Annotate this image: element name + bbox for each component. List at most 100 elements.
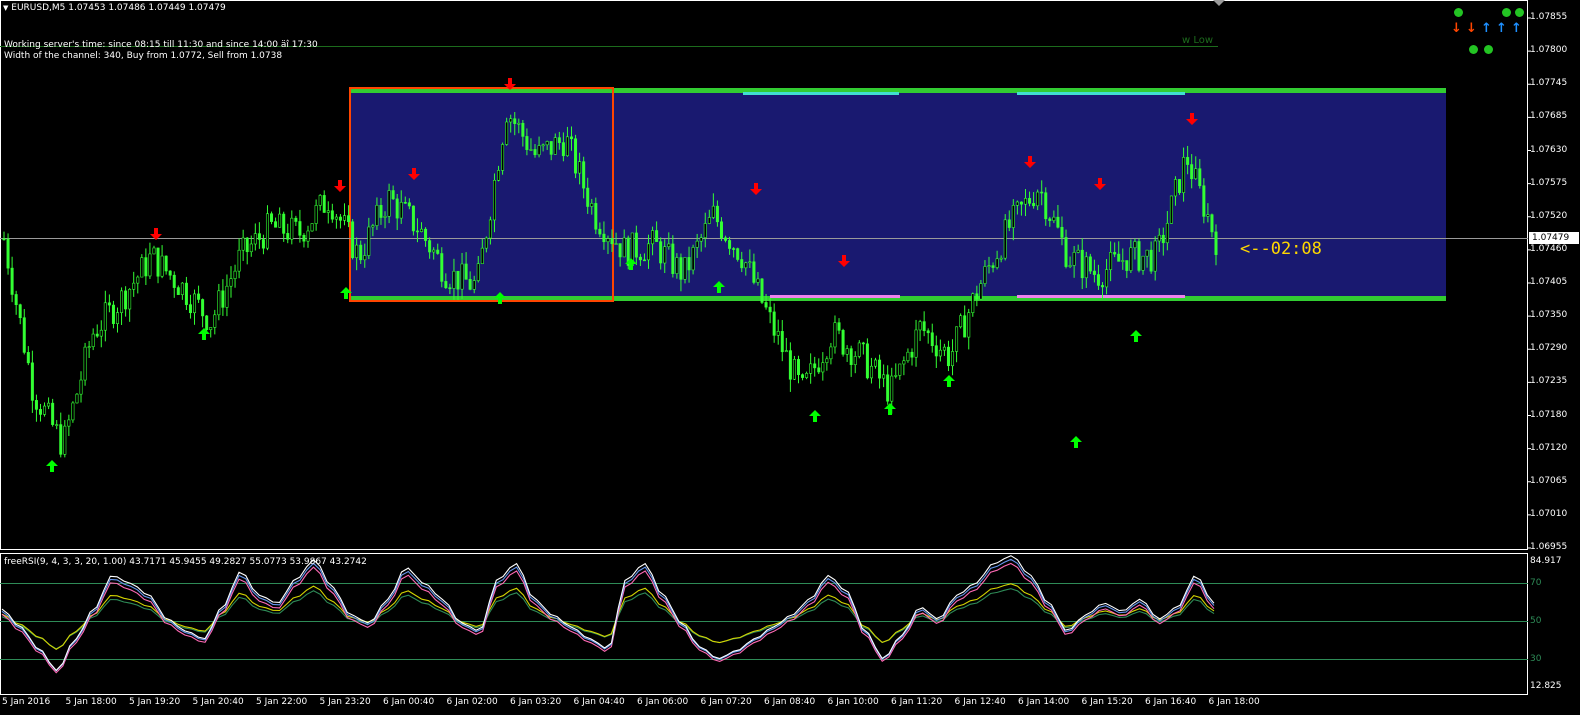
candle-body	[10, 267, 14, 295]
candle-body	[955, 326, 959, 352]
candle-body	[817, 367, 821, 373]
candle-body	[1113, 252, 1117, 255]
fractal-up-arrow-icon	[884, 403, 896, 415]
candle-body	[878, 359, 882, 379]
candle-body	[1084, 256, 1088, 279]
candle-body	[813, 363, 817, 369]
candle-body	[1068, 265, 1072, 267]
time-axis-label: 6 Jan 08:40	[764, 697, 816, 707]
candle-body	[1007, 219, 1011, 228]
time-axis-label: 6 Jan 07:20	[700, 697, 752, 707]
candle-body	[18, 304, 22, 319]
candle-body	[882, 374, 886, 379]
candle-body	[71, 402, 75, 421]
fractal-up-arrow-icon	[809, 410, 821, 422]
candle-body	[476, 263, 480, 281]
support-tick	[770, 295, 900, 298]
candle-body	[103, 302, 107, 331]
fractal-up-arrow-icon	[1070, 436, 1082, 448]
signal-widget: ↓ ↓ ↑ ↑ ↑	[1450, 6, 1530, 58]
candle-body	[942, 346, 946, 351]
candle-body	[375, 205, 379, 226]
candle-body	[521, 122, 525, 137]
blue-arrow-up-icon: ↑	[1481, 21, 1492, 36]
candle-body	[383, 215, 387, 218]
candle-body	[590, 203, 594, 207]
indicator-max-label: 84.917	[1530, 556, 1562, 566]
candle-body	[890, 375, 894, 402]
candle-body	[898, 363, 902, 376]
candle-body	[659, 241, 663, 264]
candle-body	[930, 332, 934, 347]
collapse-triangle-icon[interactable]: ▼	[3, 4, 8, 12]
candle-body	[1149, 249, 1153, 272]
time-axis-label: 6 Jan 06:00	[637, 697, 689, 707]
candle-body	[22, 317, 26, 353]
candle-body	[756, 278, 760, 283]
candle-body	[87, 346, 91, 348]
candle-body	[363, 255, 367, 261]
candle-body	[136, 276, 140, 284]
candle-body	[792, 359, 796, 380]
symbol-line: EURUSD,M5 1.07453 1.07486 1.07449 1.0747…	[11, 3, 226, 13]
candle-body	[1036, 191, 1040, 207]
chart-window[interactable]: ▼ EURUSD,M5 1.07453 1.07486 1.07449 1.07…	[0, 0, 1580, 715]
time-axis-label: 6 Jan 11:20	[891, 697, 943, 707]
server-time-text: Working server's time: since 08:15 till …	[4, 40, 318, 50]
candle-body	[460, 263, 464, 290]
candle-body	[642, 259, 646, 262]
time-axis-label: 5 Jan 19:20	[129, 697, 181, 707]
candle-body	[578, 161, 582, 174]
candle-body	[1121, 260, 1125, 262]
candle-body	[501, 144, 505, 171]
candle-body	[683, 257, 687, 280]
candle-body	[1109, 252, 1113, 270]
blue-arrow-up-icon: ↑	[1496, 21, 1507, 36]
candle-body	[1003, 219, 1007, 259]
candle-body	[6, 238, 10, 269]
candle-body	[772, 311, 776, 336]
candle-body	[886, 374, 890, 402]
price-chart[interactable]	[0, 0, 1580, 715]
price-axis-label: 1.07745	[1530, 78, 1568, 89]
candle-body	[651, 230, 655, 245]
candle-body	[205, 315, 209, 331]
candle-body	[420, 228, 424, 232]
candle-body	[432, 249, 436, 253]
time-axis-label: 5 Jan 2016	[2, 697, 51, 707]
candle-body	[180, 282, 184, 295]
candle-body	[241, 237, 245, 251]
candle-body	[906, 351, 910, 362]
fractal-up-arrow-icon	[943, 375, 955, 387]
candle-body	[796, 359, 800, 375]
candle-body	[468, 279, 472, 290]
candle-body	[314, 205, 318, 224]
bar-countdown: <--02:08	[1240, 239, 1322, 259]
price-axis-label: 1.07575	[1530, 177, 1568, 188]
candle-body	[541, 144, 545, 147]
candle-body	[995, 258, 999, 268]
rsi-white-line	[1, 555, 1215, 672]
green-dot-icon	[1515, 8, 1524, 17]
candle-body	[545, 141, 549, 146]
candle-body	[43, 405, 47, 415]
candle-body	[634, 232, 638, 258]
candle-body	[399, 201, 403, 219]
candle-body	[1076, 249, 1080, 253]
candle-body	[934, 345, 938, 357]
candle-body	[687, 257, 691, 271]
price-axis-label: 1.07630	[1530, 144, 1568, 155]
time-axis-label: 6 Jan 16:40	[1145, 697, 1197, 707]
candle-body	[342, 215, 346, 221]
candle-body	[172, 274, 176, 288]
candle-body	[707, 217, 711, 224]
candle-body	[699, 237, 703, 242]
candle-body	[201, 299, 205, 317]
candle-body	[655, 230, 659, 242]
candle-body	[1186, 157, 1190, 165]
candle-body	[30, 362, 34, 401]
candle-body	[188, 304, 192, 314]
candle-body	[553, 137, 557, 155]
candle-body	[99, 329, 103, 337]
time-axis-label: 6 Jan 04:40	[573, 697, 625, 707]
